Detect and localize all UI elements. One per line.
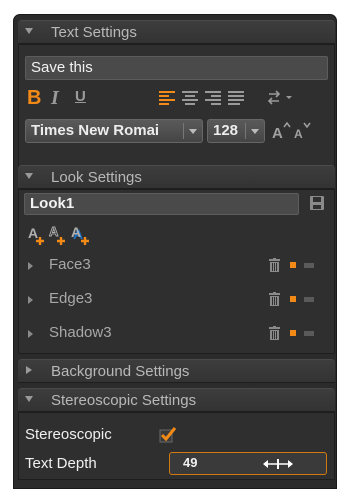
add-shadow-icon[interactable]: A A [71,224,93,246]
look-name-field[interactable]: Look1 [24,193,299,215]
trash-icon[interactable] [269,326,280,340]
visibility-icon[interactable] [290,330,296,336]
underline-icon[interactable]: U [75,88,86,105]
collapse-triangle-icon [25,173,33,179]
svg-text:A: A [71,224,81,240]
save-look-icon[interactable] [309,195,325,211]
visibility-icon[interactable] [290,262,296,268]
text-direction-icon[interactable] [267,90,295,106]
increase-font-size-icon[interactable]: A [271,121,293,141]
text-depth-slider[interactable]: 49 [169,452,327,475]
svg-text:A: A [272,125,283,141]
look-settings-body: Look1 A A A A Face3 Edge3 Shadow3 [18,189,335,354]
trash-icon[interactable] [269,292,280,306]
expand-triangle-icon [28,262,33,270]
font-family-value: Times New Romai [31,122,160,139]
font-size-value: 128 [213,122,239,139]
font-size-dropdown[interactable]: 128 [207,119,265,143]
layer-toggle-icon[interactable] [304,331,314,336]
look-settings-header[interactable]: Look Settings [18,165,335,189]
text-settings-header[interactable]: Text Settings [18,20,335,44]
background-settings-header[interactable]: Background Settings [18,359,335,383]
visibility-icon[interactable] [290,296,296,302]
trash-icon[interactable] [269,258,280,272]
layer-toggle-icon[interactable] [304,263,314,268]
stereoscopic-checkbox[interactable] [159,426,177,444]
stereoscopic-settings-title: Stereoscopic Settings [51,392,197,409]
italic-icon[interactable]: I [51,87,59,110]
formatting-toolbar: B I U [27,87,327,111]
text-depth-value: 49 [183,455,198,470]
text-settings-title: Text Settings [51,24,137,41]
text-content-field[interactable]: Save this [25,56,328,80]
bold-icon[interactable]: B [27,87,41,110]
text-settings-body: Save this B I U Times New Romai 128 A A [18,44,335,174]
align-center-icon[interactable] [182,90,198,106]
expand-triangle-icon [28,330,33,338]
font-family-dropdown[interactable]: Times New Romai [25,119,203,143]
collapse-triangle-icon [25,396,33,402]
layer-row-edge[interactable]: Edge3 [19,284,334,316]
expand-triangle-icon [28,296,33,304]
layer-label: Edge3 [49,290,93,307]
expand-triangle-icon [26,366,32,374]
svg-text:A: A [49,224,59,239]
align-justify-icon[interactable] [228,90,244,106]
layer-label: Face3 [49,256,91,273]
background-settings-title: Background Settings [51,363,190,380]
svg-text:A: A [294,127,303,141]
text-depth-label: Text Depth [25,455,97,472]
dropdown-separator [183,123,184,139]
drag-resize-icon[interactable] [262,458,294,470]
chevron-down-icon [251,129,259,134]
align-right-icon[interactable] [205,90,221,106]
layer-toggle-icon[interactable] [304,297,314,302]
decrease-font-size-icon[interactable]: A [293,121,315,141]
add-face-icon[interactable]: A [28,224,48,246]
layer-row-shadow[interactable]: Shadow3 [19,318,334,350]
add-edge-icon[interactable]: A [49,224,69,246]
properties-panel: Text Settings Save this B I U Times New … [13,14,337,489]
dropdown-separator [245,123,246,139]
chevron-down-icon [189,129,197,134]
look-settings-title: Look Settings [51,169,142,186]
layer-row-face[interactable]: Face3 [19,250,334,282]
stereoscopic-settings-body: Stereoscopic Text Depth 49 [18,412,335,480]
svg-text:A: A [28,225,38,241]
stereoscopic-settings-header[interactable]: Stereoscopic Settings [18,388,335,412]
align-left-icon[interactable] [159,90,175,106]
collapse-triangle-icon [25,28,33,34]
layer-label: Shadow3 [49,324,112,341]
stereoscopic-label: Stereoscopic [25,426,112,443]
